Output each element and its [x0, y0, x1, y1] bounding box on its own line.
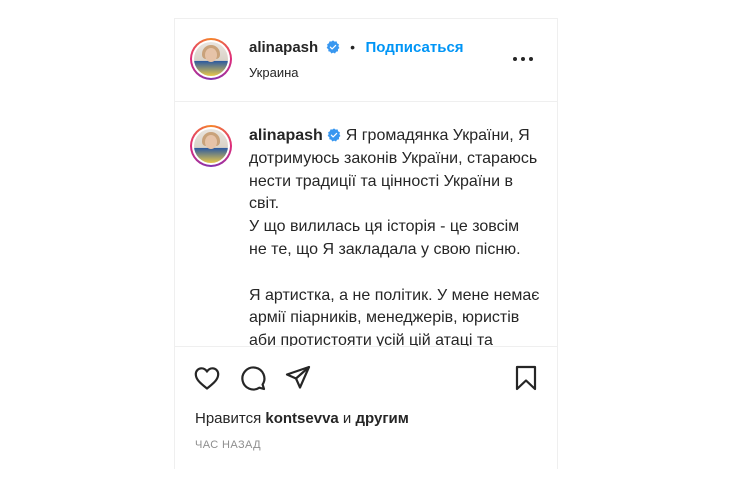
verified-icon	[327, 128, 341, 142]
likes-line: Нравится kontsevva и другим	[195, 410, 409, 427]
header-title-row: alinapash • Подписаться	[249, 39, 464, 57]
post-timestamp[interactable]: ЧАС НАЗАД	[195, 439, 261, 451]
caption-avatar[interactable]	[190, 125, 232, 167]
likes-prefix: Нравится	[195, 410, 262, 427]
action-bar	[175, 347, 557, 407]
post-content: alinapash Я громадянка України, Я дотрим…	[175, 102, 557, 347]
liker-username[interactable]: kontsevva	[265, 410, 338, 427]
header-separator: •	[350, 39, 356, 55]
share-icon[interactable]	[285, 365, 311, 391]
verified-icon	[326, 40, 340, 54]
likes-others-link[interactable]: другим	[355, 410, 408, 427]
comment-icon[interactable]	[240, 365, 266, 391]
heart-icon[interactable]	[194, 366, 220, 390]
likes-middle: и	[342, 410, 352, 427]
post-header: alinapash • Подписаться Украина	[175, 19, 557, 102]
post-card: alinapash • Подписаться Украина alinapas…	[174, 18, 558, 469]
location-link[interactable]: Украина	[249, 65, 299, 80]
caption: alinapash Я громадянка України, Я дотрим…	[249, 125, 541, 347]
follow-button[interactable]: Подписаться	[365, 39, 463, 56]
more-icon[interactable]	[513, 55, 533, 63]
caption-username[interactable]: alinapash	[249, 127, 323, 144]
avatar[interactable]	[190, 38, 232, 80]
caption-text: Я громадянка України, Я дотримуюсь закон…	[249, 127, 540, 347]
bookmark-icon[interactable]	[515, 365, 537, 391]
header-username[interactable]: alinapash	[249, 39, 318, 56]
